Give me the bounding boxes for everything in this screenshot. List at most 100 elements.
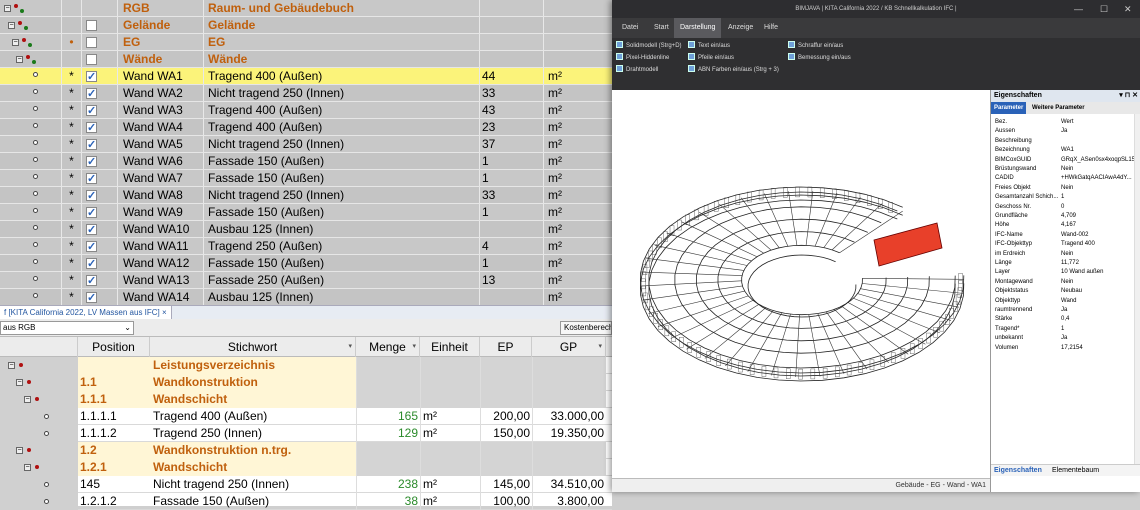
checkbox-cell[interactable] [82,204,118,221]
ribbon-button[interactable]: Bemessung ein/aus [788,53,851,63]
lv-menge-cell[interactable] [356,442,420,459]
tree-cell[interactable]: − [0,34,62,51]
checkbox-cell[interactable] [82,85,118,102]
col-gp-header[interactable]: GP ▾ [532,337,606,357]
expand-icon[interactable]: − [24,464,31,471]
lv-ep-cell[interactable]: 150,00 [480,425,532,442]
tree-cell[interactable]: − [0,459,78,476]
tree-cell[interactable]: − [0,17,62,34]
expand-icon[interactable]: − [24,396,31,403]
property-row[interactable]: im Erdreich Nein [991,250,1135,259]
checkbox-cell[interactable] [82,0,118,17]
maximize-icon[interactable]: ☐ [1100,0,1108,18]
include-checkbox[interactable] [86,20,97,31]
property-row[interactable]: Montagewand Nein [991,278,1135,287]
checkbox-cell[interactable] [82,221,118,238]
property-row[interactable]: Freies Objekt Nein [991,184,1135,193]
kostenberechnung-button[interactable]: Kostenberechn [560,321,612,335]
lv-ep-cell[interactable]: 100,00 [480,493,532,510]
checkbox-cell[interactable] [82,68,118,85]
property-value[interactable]: 0,4 [1061,315,1135,324]
property-row[interactable]: BIMCoxGUID GRqX_ASen0sx4xoqpSL15... [991,156,1135,165]
property-row[interactable]: Stärke 0,4 [991,315,1135,324]
tab-elementebaum[interactable]: Elementebaum [1049,465,1102,477]
ribbon-button[interactable]: Solidmodell (Strg+D) [616,41,682,51]
element-quantity[interactable]: 1 [480,255,544,272]
lv-menge-cell[interactable] [356,459,420,476]
table-row[interactable]: * Wand WA11Tragend 250 (Außen)4 m² [0,238,612,255]
table-row[interactable]: * Wand WA12Fassade 150 (Außen)1 m² [0,255,612,272]
lv-group-row[interactable]: − 1.2.1 Wandschicht [0,459,612,476]
include-checkbox[interactable] [86,205,97,221]
include-checkbox[interactable] [86,54,97,65]
property-row[interactable]: IFC-Objekttyp Tragend 400 [991,240,1135,249]
property-value[interactable]: 17,2154 [1061,344,1135,353]
element-quantity[interactable]: 33 [480,187,544,204]
property-row[interactable]: Objektstatus Neubau [991,287,1135,296]
checkbox-cell[interactable] [82,17,118,34]
lv-position-row[interactable]: 1.1.1.2 Tragend 250 (Innen) 129 m² 150,00 19.… [0,425,612,442]
element-quantity[interactable]: 1 [480,153,544,170]
tree-cell[interactable] [0,170,62,187]
tree-cell[interactable]: − [0,374,78,391]
3d-viewport[interactable] [612,90,990,478]
tree-cell[interactable]: − [0,391,78,408]
expand-icon[interactable]: − [16,56,23,63]
tree-cell[interactable] [0,204,62,221]
table-row[interactable]: * Wand WA13Fassade 250 (Außen)13 m² [0,272,612,289]
lv-ep-cell[interactable] [480,442,532,459]
checkbox-cell[interactable] [82,153,118,170]
element-quantity[interactable] [480,0,544,17]
property-row[interactable]: Grundfläche 4,709 [991,212,1135,221]
property-row[interactable]: Bez. Wert [991,118,1135,127]
tree-cell[interactable] [0,476,78,493]
tree-cell[interactable] [0,153,62,170]
ribbon-button[interactable]: Pixel-Hiddenline [616,53,669,63]
expand-icon[interactable]: − [16,447,23,454]
checkbox-cell[interactable] [82,170,118,187]
checkbox-cell[interactable] [82,34,118,51]
minimize-icon[interactable]: — [1074,0,1083,18]
tree-cell[interactable] [0,187,62,204]
property-row[interactable]: Geschoss Nr. 0 [991,203,1135,212]
table-row[interactable]: * Wand WA10Ausbau 125 (Innen) m² [0,221,612,238]
property-value[interactable]: 1 [1061,193,1135,202]
property-row[interactable]: Gesamtanzahl Schich... 1 [991,193,1135,202]
table-row[interactable]: * Wand WA2Nicht tragend 250 (Innen)33 m² [0,85,612,102]
checkbox-cell[interactable] [82,187,118,204]
table-row[interactable]: * Wand WA3Tragend 400 (Außen)43 m² [0,102,612,119]
property-row[interactable]: CADID +HWkGatqAACIAwA4dY... [991,174,1135,183]
checkbox-cell[interactable] [82,136,118,153]
table-row[interactable]: * Wand WA1Tragend 400 (Außen)44 m² [0,68,612,85]
checkbox-cell[interactable] [82,51,118,68]
property-row[interactable]: Beschreibung [991,137,1135,146]
expand-icon[interactable]: − [12,39,19,46]
expand-icon[interactable]: − [8,362,15,369]
property-value[interactable]: GRqX_ASen0sx4xoqpSL15... [1061,156,1135,165]
panel-controls[interactable]: ▾ ⊓ ✕ [1119,90,1138,102]
expand-icon[interactable]: − [4,5,11,12]
lv-ep-cell[interactable] [480,459,532,476]
menu-darstellung[interactable]: Darstellung [674,18,722,38]
checkbox-cell[interactable] [82,289,118,306]
tree-cell[interactable] [0,255,62,272]
property-row[interactable]: Aussen Ja [991,127,1135,136]
lv-menge-cell[interactable]: 38 [356,493,420,510]
lv-position-row[interactable]: 1.2.1.2 Fassade 150 (Außen) 38 m² 100,00 3.80… [0,493,612,510]
lv-group-row[interactable]: − Leistungsverzeichnis [0,357,612,374]
table-row[interactable]: * Wand WA9Fassade 150 (Außen)1 m² [0,204,612,221]
tree-cell[interactable]: − [0,442,78,459]
group-row[interactable]: − • EG EG [0,34,612,51]
tree-cell[interactable]: − [0,0,62,17]
tab-eigenschaften[interactable]: Eigenschaften [991,465,1045,477]
property-row[interactable]: unbekannt Ja [991,334,1135,343]
source-select[interactable]: aus RGB ⌄ [0,321,134,335]
ribbon-button[interactable]: Pfeile ein/aus [688,53,734,63]
property-row[interactable]: Volumen 17,2154 [991,344,1135,353]
property-value[interactable]: 10 Wand außen [1061,268,1135,277]
tree-cell[interactable] [0,238,62,255]
lv-ep-cell[interactable] [480,374,532,391]
include-checkbox[interactable] [86,69,97,85]
property-value[interactable]: 0 [1061,203,1135,212]
tree-cell[interactable] [0,493,78,510]
